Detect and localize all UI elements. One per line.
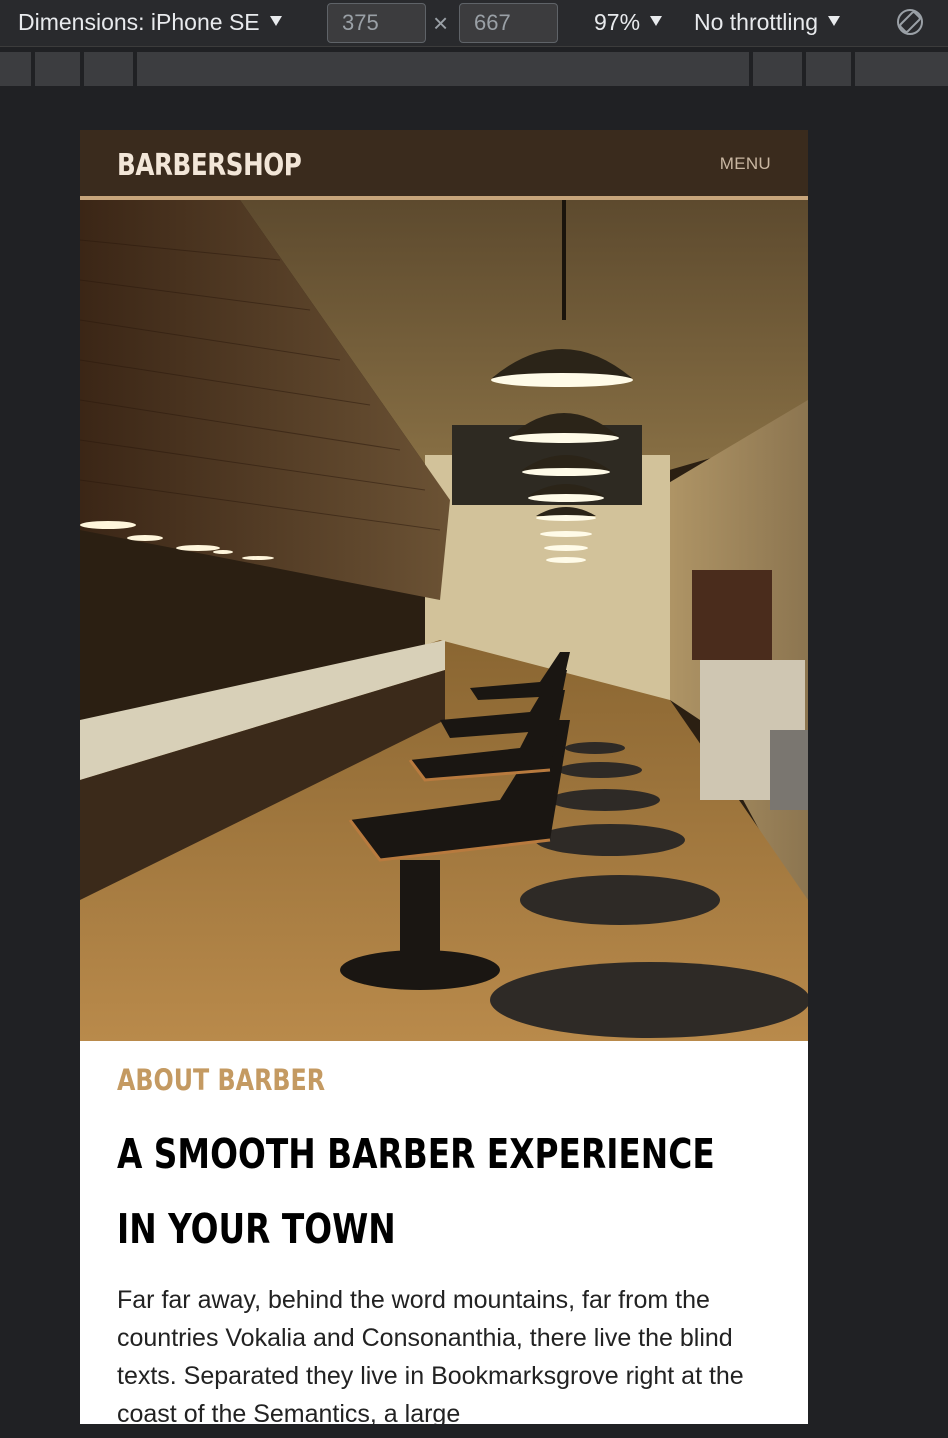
- dimensions-label: Dimensions: iPhone SE: [18, 9, 260, 35]
- chevron-down-icon: [650, 16, 663, 26]
- viewport-width-input[interactable]: [327, 3, 426, 43]
- media-query-bar[interactable]: [855, 52, 948, 86]
- media-query-bar[interactable]: [0, 52, 31, 86]
- media-query-bar[interactable]: [753, 52, 802, 86]
- media-query-bar[interactable]: [137, 52, 749, 86]
- device-viewport: BARBERSHOP MENU ABOUT BARBER A SMOOTH BA…: [80, 130, 808, 1424]
- media-query-bar[interactable]: [84, 52, 133, 86]
- chevron-down-icon: [269, 16, 282, 26]
- hero-image: [80, 200, 808, 1041]
- viewport-height-input[interactable]: [459, 3, 558, 43]
- media-query-ruler: [0, 52, 948, 86]
- throttling-dropdown[interactable]: No throttling: [694, 9, 841, 36]
- media-query-bar[interactable]: [35, 52, 80, 86]
- chevron-down-icon: [828, 16, 841, 26]
- zoom-label: 97%: [594, 9, 641, 35]
- rotate-icon[interactable]: [896, 8, 924, 36]
- dimensions-dropdown[interactable]: Dimensions: iPhone SE: [18, 9, 282, 36]
- about-kicker: ABOUT BARBER: [117, 1063, 326, 1097]
- throttling-label: No throttling: [694, 9, 819, 35]
- about-body-text: Far far away, behind the word mountains,…: [117, 1286, 744, 1424]
- about-title: A SMOOTH BARBER EXPERIENCE IN YOUR TOWN: [117, 1130, 715, 1253]
- media-query-bar[interactable]: [806, 52, 851, 86]
- site-header: BARBERSHOP MENU: [80, 130, 808, 200]
- devtools-device-toolbar: Dimensions: iPhone SE × 97% No throttlin…: [0, 0, 948, 47]
- about-section: ABOUT BARBER A SMOOTH BARBER EXPERIENCE …: [117, 1063, 777, 1424]
- zoom-dropdown[interactable]: 97%: [594, 9, 663, 36]
- brand-logo[interactable]: BARBERSHOP: [117, 148, 302, 183]
- times-icon: ×: [433, 8, 449, 38]
- menu-button[interactable]: MENU: [720, 154, 771, 174]
